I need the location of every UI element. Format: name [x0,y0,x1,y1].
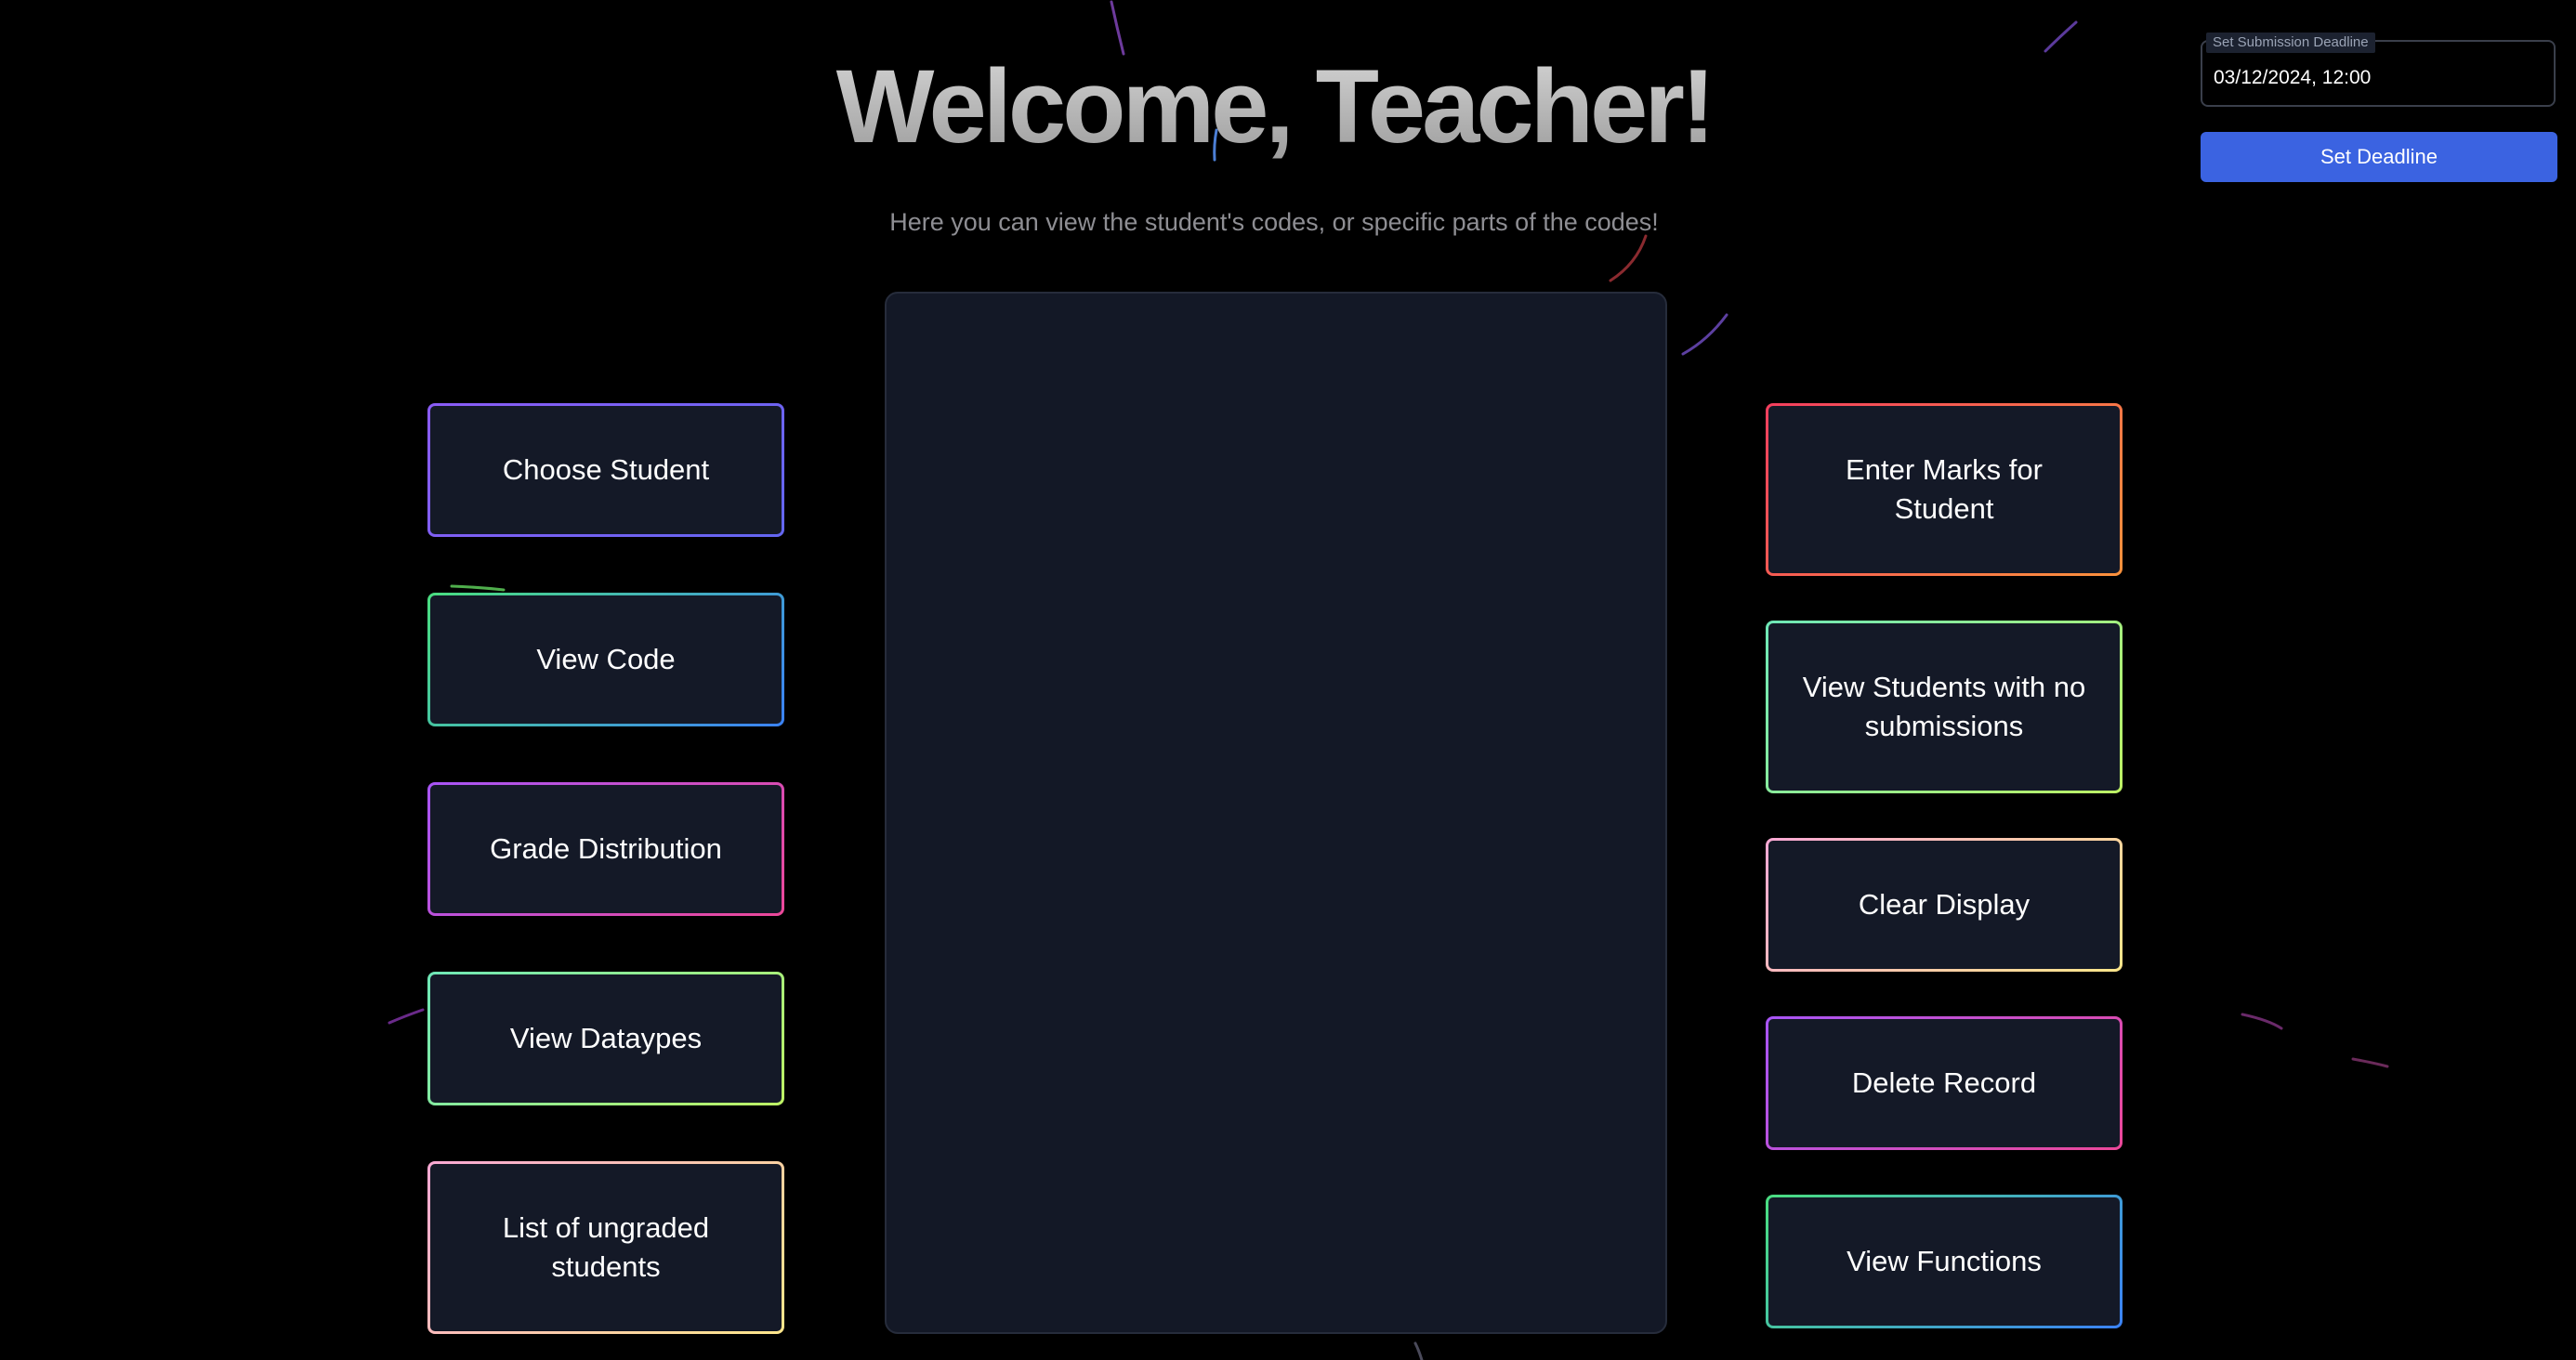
enter-marks-button[interactable]: Enter Marks for Student [1766,403,2123,576]
view-datatypes-button[interactable]: View Dataypes [427,972,784,1105]
code-display-panel [885,292,1667,1334]
page-subtitle: Here you can view the student's codes, o… [889,208,1659,236]
teacher-dashboard: Welcome, Teacher! Here you can view the … [0,0,2576,1360]
choose-student-button[interactable]: Choose Student [427,403,784,537]
page-title: Welcome, Teacher! [0,46,2548,167]
view-code-button[interactable]: View Code [427,593,784,726]
view-functions-button[interactable]: View Functions [1766,1195,2123,1328]
grade-distribution-button[interactable]: Grade Distribution [427,782,784,916]
delete-record-button[interactable]: Delete Record [1766,1016,2123,1150]
deadline-label: Set Submission Deadline [2206,33,2375,53]
set-deadline-button[interactable]: Set Deadline [2201,132,2557,182]
ungraded-students-button[interactable]: List of ungraded students [427,1161,784,1334]
deadline-input[interactable] [2204,58,2557,98]
clear-display-button[interactable]: Clear Display [1766,838,2123,972]
no-submissions-button[interactable]: View Students with no submissions [1766,621,2123,793]
